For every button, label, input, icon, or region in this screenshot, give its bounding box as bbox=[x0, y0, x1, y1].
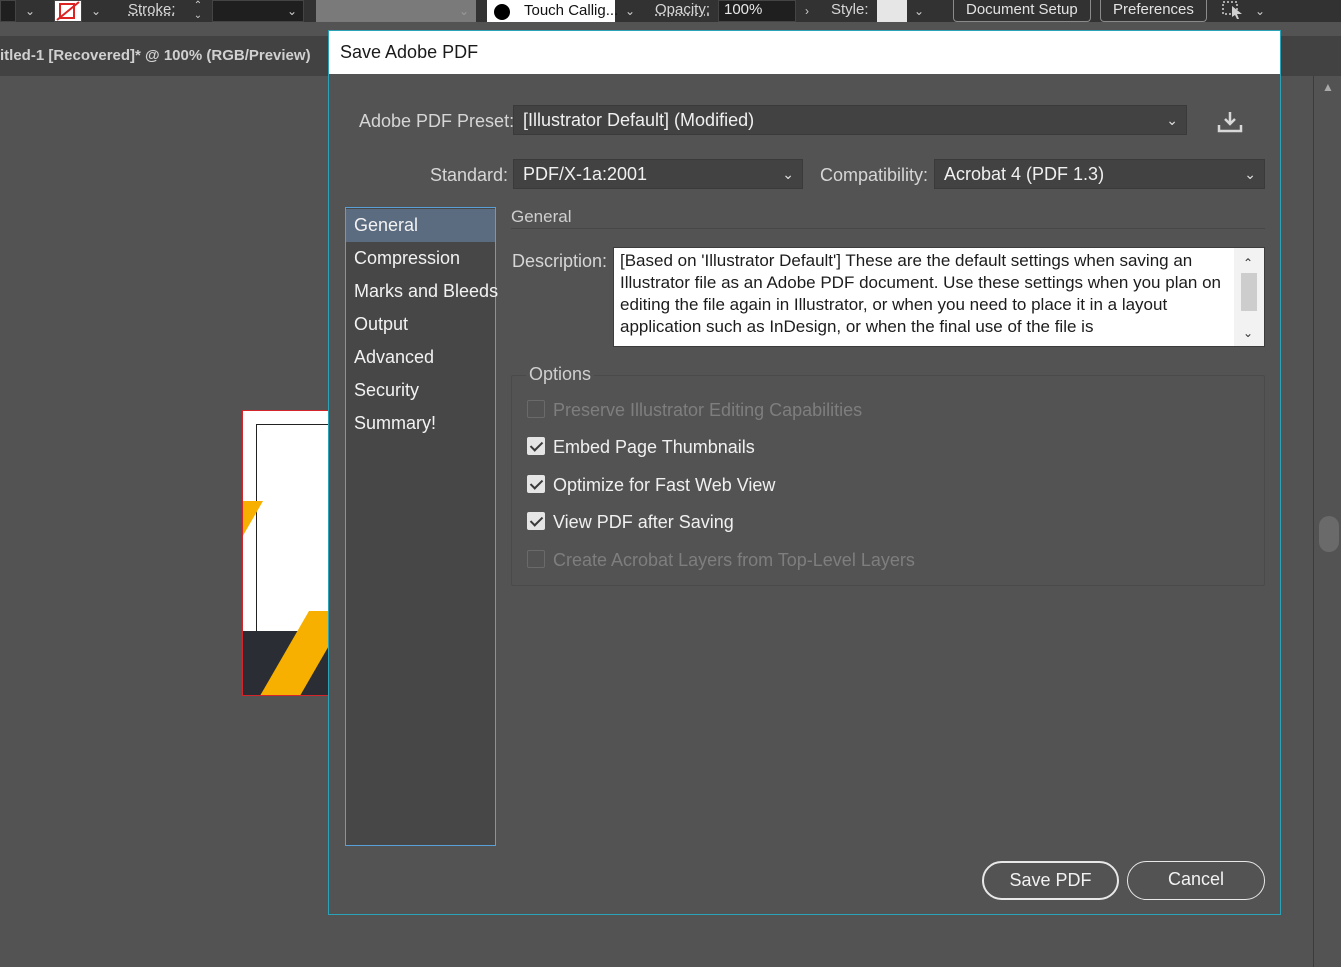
stroke-chevron-icon[interactable]: ⌄ bbox=[90, 1, 102, 21]
embed-thumbnails-checkbox[interactable] bbox=[527, 437, 545, 455]
fast-web-view-checkbox[interactable] bbox=[527, 475, 545, 493]
options-title: Options bbox=[526, 364, 595, 385]
scroll-down-icon[interactable]: ⌄ bbox=[1243, 322, 1253, 344]
option-label: Preserve Illustrator Editing Capabilitie… bbox=[553, 400, 863, 420]
variable-width-profile[interactable] bbox=[316, 0, 476, 22]
fill-chevron-icon[interactable]: ⌄ bbox=[24, 1, 36, 21]
brush-definition[interactable]: Touch Callig... bbox=[487, 0, 619, 22]
option-label[interactable]: Embed Page Thumbnails bbox=[553, 435, 755, 459]
no-stroke-icon bbox=[56, 1, 80, 21]
preset-label: Adobe PDF Preset: bbox=[359, 111, 515, 131]
brush-chevron-icon[interactable]: ⌄ bbox=[624, 1, 636, 21]
profile-chevron-icon[interactable]: ⌄ bbox=[458, 1, 470, 21]
stroke-swatch[interactable] bbox=[54, 0, 82, 22]
scroll-up-icon[interactable]: ▲ bbox=[1322, 80, 1334, 94]
description-text: [Based on 'Illustrator Default'] These a… bbox=[620, 251, 1222, 336]
chevron-down-icon: ⌄ bbox=[782, 166, 794, 182]
description-label: Description: bbox=[512, 251, 608, 271]
compatibility-select[interactable]: Acrobat 4 (PDF 1.3) ⌄ bbox=[934, 159, 1265, 189]
option-label: Create Acrobat Layers from Top-Level Lay… bbox=[553, 550, 915, 570]
brush-name: Touch Callig... bbox=[524, 2, 619, 19]
category-security[interactable]: Security bbox=[346, 374, 495, 407]
dialog-title: Save Adobe PDF bbox=[329, 31, 1280, 74]
scrollbar-thumb[interactable] bbox=[1319, 516, 1339, 552]
save-pdf-button[interactable]: Save PDF bbox=[982, 861, 1119, 900]
description-scroll-thumb[interactable] bbox=[1241, 273, 1257, 311]
save-preset-icon[interactable] bbox=[1215, 109, 1245, 135]
description-box[interactable]: [Based on 'Illustrator Default'] These a… bbox=[613, 247, 1265, 347]
opacity-label[interactable]: Opacity: bbox=[655, 0, 710, 22]
graphic-style-swatch[interactable] bbox=[877, 0, 907, 22]
document-tab-title: itled-1 [Recovered]* @ 100% (RGB/Preview… bbox=[0, 47, 311, 64]
acrobat-layers-checkbox bbox=[527, 550, 545, 568]
category-compression[interactable]: Compression bbox=[346, 242, 495, 275]
control-bar: ⌄ ⌄ Stroke: ⌃ ⌄ ⌄ ⌄ Touch Callig... ⌄ Opa… bbox=[0, 0, 1341, 22]
category-output[interactable]: Output bbox=[346, 308, 495, 341]
compatibility-value: Acrobat 4 (PDF 1.3) bbox=[944, 164, 1105, 184]
tab-bar-background bbox=[1280, 36, 1341, 76]
cancel-button[interactable]: Cancel bbox=[1127, 861, 1265, 900]
select-similar-chevron-icon[interactable]: ⌄ bbox=[1254, 1, 1266, 21]
save-pdf-dialog: Save Adobe PDF Adobe PDF Preset: [Illust… bbox=[328, 30, 1281, 915]
category-marks-and-bleeds[interactable]: Marks and Bleeds bbox=[346, 275, 498, 308]
preset-value: [Illustrator Default] (Modified) bbox=[523, 110, 755, 130]
style-label: Style: bbox=[831, 1, 869, 18]
standard-label: Standard: bbox=[430, 165, 509, 185]
opacity-input[interactable]: 100% bbox=[718, 0, 796, 22]
document-setup-button[interactable]: Document Setup bbox=[953, 0, 1091, 22]
description-scrollbar[interactable]: ⌃ ⌄ bbox=[1234, 248, 1264, 346]
select-similar-icon[interactable] bbox=[1222, 0, 1246, 20]
preserve-editing-checkbox bbox=[527, 400, 545, 418]
preferences-button[interactable]: Preferences bbox=[1100, 0, 1207, 22]
section-title: General bbox=[511, 207, 1265, 229]
stroke-label[interactable]: Stroke: bbox=[128, 0, 176, 22]
illustrator-window: ⌄ ⌄ Stroke: ⌃ ⌄ ⌄ ⌄ Touch Callig... ⌄ Opa… bbox=[0, 0, 1341, 967]
artboard[interactable] bbox=[242, 410, 332, 696]
opacity-value: 100% bbox=[724, 1, 763, 18]
category-list: General Compression Marks and Bleeds Out… bbox=[345, 207, 498, 846]
category-general[interactable]: General bbox=[346, 209, 495, 242]
standard-select[interactable]: PDF/X-1a:2001 ⌄ bbox=[513, 159, 803, 189]
fill-swatch[interactable] bbox=[0, 0, 16, 22]
canvas-vertical-scrollbar[interactable]: ▲ bbox=[1313, 76, 1341, 967]
chevron-down-icon: ⌄ bbox=[1244, 166, 1256, 182]
style-chevron-icon[interactable]: ⌄ bbox=[913, 1, 925, 21]
category-summary[interactable]: Summary! bbox=[346, 407, 495, 440]
view-after-saving-checkbox[interactable] bbox=[527, 512, 545, 530]
option-label[interactable]: Optimize for Fast Web View bbox=[553, 473, 775, 497]
category-advanced[interactable]: Advanced bbox=[346, 341, 495, 374]
document-tab[interactable]: itled-1 [Recovered]* @ 100% (RGB/Preview… bbox=[0, 36, 340, 76]
opacity-arrow-icon[interactable]: › bbox=[801, 1, 813, 21]
brush-tip-icon bbox=[494, 4, 510, 20]
preset-select[interactable]: [Illustrator Default] (Modified) ⌄ bbox=[513, 105, 1187, 135]
option-label[interactable]: View PDF after Saving bbox=[553, 510, 734, 534]
stroke-weight-chevron-icon[interactable]: ⌄ bbox=[286, 1, 298, 21]
stroke-weight-stepper-icon[interactable]: ⌃ ⌄ bbox=[192, 1, 204, 21]
chevron-down-icon: ⌄ bbox=[1166, 112, 1178, 128]
scroll-up-icon[interactable]: ⌃ bbox=[1243, 252, 1253, 274]
standard-value: PDF/X-1a:2001 bbox=[523, 164, 648, 184]
compatibility-label: Compatibility: bbox=[820, 165, 929, 185]
